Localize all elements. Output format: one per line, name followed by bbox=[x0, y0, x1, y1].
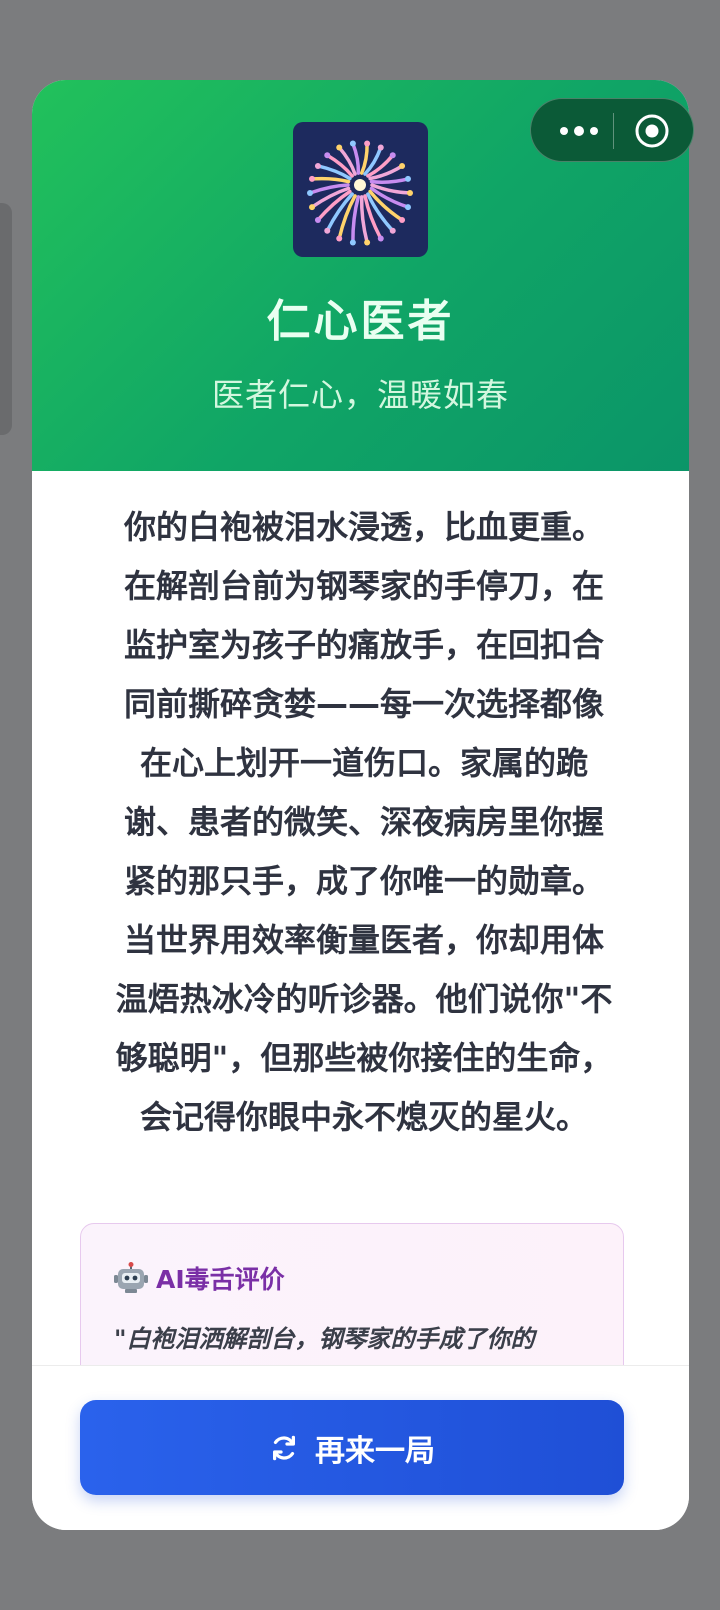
story-text: 你的白袍被泪水浸透，比血更重。 在解剖台前为钢琴家的手停刀，在 监护室为孩子的痛… bbox=[84, 498, 644, 1147]
page-subtitle: 医者仁心，温暖如春 bbox=[211, 376, 509, 414]
story-line: 在解剖台前为钢琴家的手停刀，在 bbox=[123, 567, 604, 605]
fireworks-icon bbox=[293, 122, 428, 257]
story-line: 同前撕碎贪婪——每一次选择都像 bbox=[123, 685, 604, 723]
story-line: 温焐热冰冷的听诊器。他们说你"不 bbox=[115, 980, 613, 1018]
result-card: 仁心医者 医者仁心，温暖如春 你的白袍被泪水浸透，比血更重。 在解剖台前为钢琴家… bbox=[32, 80, 689, 1530]
story-line: 当世界用效率衡量医者，你却用体 bbox=[123, 921, 604, 959]
story-line: 你的白袍被泪水浸透，比血更重。 bbox=[123, 508, 604, 546]
side-drawer-handle[interactable] bbox=[0, 203, 12, 435]
robot-icon bbox=[114, 1262, 148, 1293]
more-dots-icon[interactable] bbox=[549, 99, 609, 163]
bottom-bar: 再来一局 bbox=[32, 1365, 689, 1530]
play-again-button[interactable]: 再来一局 bbox=[80, 1400, 624, 1495]
play-again-label: 再来一局 bbox=[315, 1433, 435, 1469]
ai-review-quote: "白袍泪洒解剖台，钢琴家的手成了你的 bbox=[114, 1325, 535, 1353]
story-line: 谢、患者的微笑、深夜病房里你握 bbox=[123, 803, 604, 841]
story-line: 在心上划开一道伤口。家属的跪 bbox=[139, 744, 588, 782]
story-line: 够聪明"，但那些被你接住的生命， bbox=[115, 1039, 613, 1077]
story-line: 紧的那只手，成了你唯一的勋章。 bbox=[123, 862, 604, 900]
story-line: 监护室为孩子的痛放手，在回扣合 bbox=[123, 626, 604, 664]
target-close-icon[interactable] bbox=[634, 113, 670, 149]
mini-program-capsule bbox=[530, 98, 694, 162]
ai-review-header: AI毒舌评价 bbox=[114, 1260, 285, 1296]
refresh-icon bbox=[273, 1435, 295, 1460]
ai-review-title: AI毒舌评价 bbox=[156, 1265, 285, 1294]
story-line: 会记得你眼中永不熄灭的星火。 bbox=[139, 1098, 588, 1136]
capsule-divider bbox=[613, 113, 614, 149]
page-title: 仁心医者 bbox=[266, 296, 455, 347]
